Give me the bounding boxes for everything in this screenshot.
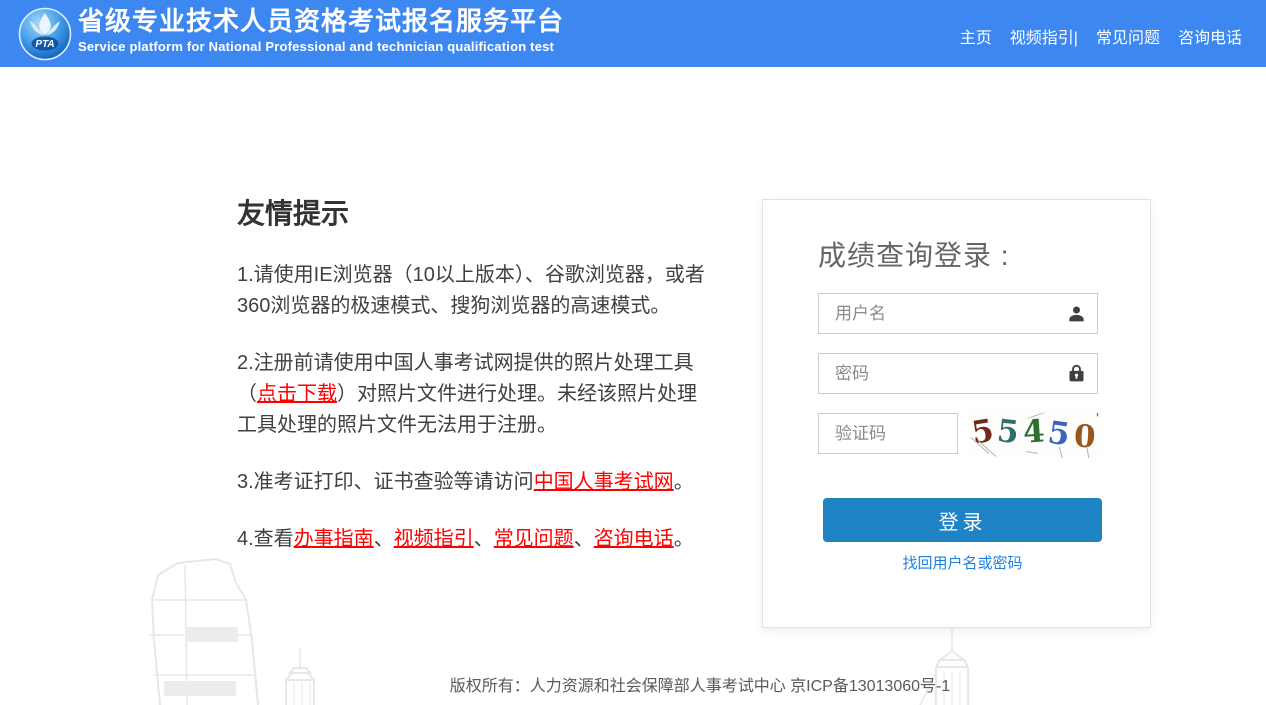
nav-home[interactable]: 主页 [960, 24, 992, 48]
pta-logo-icon: PTA [18, 7, 72, 61]
tip-4-text: 4.查看 [237, 528, 294, 550]
nav-phone[interactable]: 咨询电话 [1178, 24, 1242, 48]
tip-item-4: 4.查看办事指南、视频指引、常见问题、咨询电话。 [237, 524, 715, 555]
username-input[interactable] [818, 293, 1098, 334]
link-click-download[interactable]: 点击下载 [257, 383, 337, 405]
login-title: 成绩查询登录 : [818, 240, 1010, 271]
tip-4-sep-2: 、 [473, 528, 494, 550]
link-service-guide[interactable]: 办事指南 [294, 528, 374, 550]
link-phone[interactable]: 咨询电话 [594, 528, 674, 550]
nav-faq[interactable]: 常见问题 [1096, 24, 1160, 48]
friendly-tips-section: 友情提示 1.请使用IE浏览器（10以上版本）、谷歌浏览器，或者360浏览器的极… [237, 192, 715, 581]
site-title-block: 省级专业技术人员资格考试报名服务平台 Service platform for … [78, 5, 564, 54]
captcha-field-wrap [818, 413, 958, 454]
top-header-bar: PTA 省级专业技术人员资格考试报名服务平台 Service platform … [0, 0, 1266, 67]
login-card: 成绩查询登录 : 5 5 4 5 0 ' 登录 找回用户名 [762, 199, 1151, 628]
login-button[interactable]: 登录 [823, 498, 1102, 542]
tip-3-text-end: 。 [673, 471, 694, 493]
page: PTA 省级专业技术人员资格考试报名服务平台 Service platform … [0, 0, 1266, 705]
link-faq[interactable]: 常见问题 [494, 528, 574, 550]
link-video-guide[interactable]: 视频指引 [394, 528, 474, 550]
username-field-wrap [818, 293, 1098, 334]
captcha-input[interactable] [818, 413, 958, 454]
link-china-personnel-exam-site[interactable]: 中国人事考试网 [534, 471, 674, 493]
captcha-digit: 4 [1021, 413, 1046, 451]
tip-1-text: 1.请使用IE浏览器（10以上版本）、谷歌浏览器，或者360浏览器的极速模式、搜… [237, 264, 705, 317]
site-subtitle: Service platform for National Profession… [78, 39, 555, 54]
captcha-noise-mark: ' [1095, 411, 1099, 428]
forgot-credentials-link[interactable]: 找回用户名或密码 [823, 552, 1102, 573]
footer-copyright: 版权所有：人力资源和社会保障部人事考试中心 京ICP备13013060号-1 [449, 678, 951, 695]
tip-4-sep-3: 、 [573, 528, 594, 550]
tip-item-3: 3.准考证打印、证书查验等请访问中国人事考试网。 [237, 467, 715, 498]
captcha-image[interactable]: 5 5 4 5 0 ' [966, 409, 1102, 458]
password-input[interactable] [818, 353, 1098, 394]
captcha-digit: 5 [995, 412, 1021, 452]
tip-item-2: 2.注册前请使用中国人事考试网提供的照片处理工具（点击下载）对照片文件进行处理。… [237, 348, 715, 441]
password-field-wrap [818, 353, 1098, 394]
tips-heading: 友情提示 [237, 198, 350, 229]
tip-4-text-end: 。 [673, 528, 694, 550]
header-nav: 主页 视频指引| 常见问题 咨询电话 [960, 24, 1242, 48]
tip-3-text: 3.准考证打印、证书查验等请访问 [237, 471, 534, 493]
tip-item-1: 1.请使用IE浏览器（10以上版本）、谷歌浏览器，或者360浏览器的极速模式、搜… [237, 260, 715, 322]
nav-video-guide[interactable]: 视频指引| [1010, 24, 1078, 48]
site-title: 省级专业技术人员资格考试报名服务平台 [78, 6, 565, 36]
logo-text: PTA [35, 39, 54, 50]
captcha-digit: 0 [1073, 418, 1097, 456]
tip-4-sep-1: 、 [373, 528, 394, 550]
